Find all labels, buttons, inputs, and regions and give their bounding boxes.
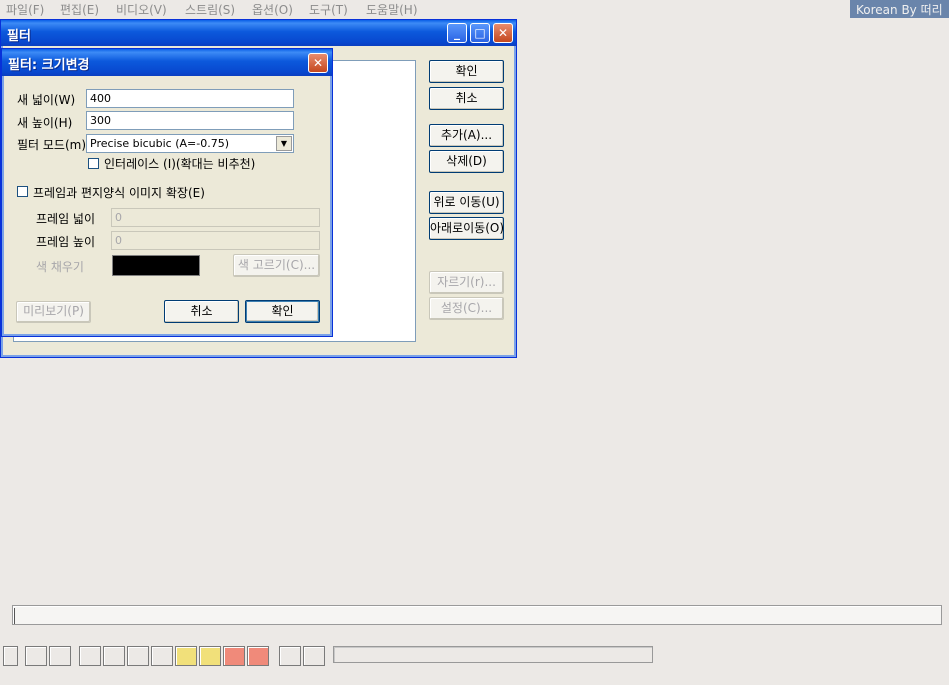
new-height-input[interactable]: 300 xyxy=(86,111,294,130)
filter-mode-select[interactable]: Precise bicubic (A=-0.75) xyxy=(86,134,294,153)
end-icon[interactable] xyxy=(151,646,173,666)
menu-file[interactable]: 파일(F) xyxy=(6,1,44,18)
frame-width-input[interactable]: 0 xyxy=(111,208,320,227)
menu-tools[interactable]: 도구(T) xyxy=(309,1,348,18)
menu-help[interactable]: 도움말(H) xyxy=(366,1,418,18)
resize-dialog: 필터: 크기변경 ✕ 새 넓이(W) 400 새 높이(H) 300 필터 모드… xyxy=(1,48,333,337)
fill-color-label: 색 채우기 xyxy=(36,260,84,274)
mark-right-icon[interactable] xyxy=(303,646,325,666)
close-icon: ✕ xyxy=(497,26,509,40)
move-up-button[interactable]: 위로 이동(U) xyxy=(429,191,504,214)
close-icon: ✕ xyxy=(312,56,324,70)
expand-frame-label: 프레임과 편지양식 이미지 확장(E) xyxy=(33,186,205,200)
dialog-cancel-button[interactable]: 취소 xyxy=(164,300,239,323)
minimize-icon: _ xyxy=(454,26,460,40)
new-width-label: 새 넓이(W) xyxy=(17,93,76,107)
filters-window-title: 필터 xyxy=(7,29,31,44)
slider-handle[interactable] xyxy=(14,608,18,624)
filters-window-titlebar[interactable]: 필터 xyxy=(1,20,516,46)
pick-color-button[interactable]: 색 고르기(C)... xyxy=(233,254,320,277)
resize-dialog-title: 필터: 크기변경 xyxy=(8,58,90,73)
add-button[interactable]: 추가(A)... xyxy=(429,124,504,147)
interlace-checkbox[interactable] xyxy=(88,158,99,169)
play-output-icon[interactable] xyxy=(49,646,71,666)
delete-button[interactable]: 삭제(D) xyxy=(429,150,504,173)
menu-video[interactable]: 비디오(V) xyxy=(116,1,167,18)
ok-button[interactable]: 확인 xyxy=(429,60,504,83)
prev-key-icon[interactable] xyxy=(103,646,125,666)
menu-edit[interactable]: 편집(E) xyxy=(60,1,99,18)
frame-height-label: 프레임 높이 xyxy=(36,235,96,249)
filter-mode-value: Precise bicubic (A=-0.75) xyxy=(90,137,230,150)
scene-prev-icon[interactable] xyxy=(175,646,197,666)
mark-left-icon[interactable] xyxy=(279,646,301,666)
expand-frame-checkbox[interactable] xyxy=(17,186,28,197)
mark-out-icon[interactable] xyxy=(247,646,269,666)
scene-next-icon[interactable] xyxy=(199,646,221,666)
next-key-icon[interactable] xyxy=(127,646,149,666)
move-down-button[interactable]: 아래로이동(O) xyxy=(429,217,504,240)
crop-button[interactable]: 자르기(r)... xyxy=(429,271,504,294)
maximize-icon: □ xyxy=(474,26,486,40)
chevron-down-icon[interactable]: ▼ xyxy=(276,136,292,151)
menu-stream[interactable]: 스트림(S) xyxy=(185,1,235,18)
play-input-icon[interactable] xyxy=(25,646,47,666)
cancel-button[interactable]: 취소 xyxy=(429,87,504,110)
start-icon[interactable] xyxy=(79,646,101,666)
frame-height-input[interactable]: 0 xyxy=(111,231,320,250)
resize-dialog-close-button[interactable]: ✕ xyxy=(308,53,328,73)
position-slider[interactable] xyxy=(12,605,942,625)
resize-dialog-titlebar[interactable]: 필터: 크기변경 xyxy=(2,49,332,76)
mark-in-icon[interactable] xyxy=(223,646,245,666)
menu-bar: 파일(F) 편집(E) 비디오(V) 스트림(S) 옵션(O) 도구(T) 도움… xyxy=(0,0,949,18)
menu-options[interactable]: 옵션(O) xyxy=(252,1,293,18)
maximize-button[interactable]: □ xyxy=(470,23,490,43)
minimize-button[interactable]: _ xyxy=(447,23,467,43)
new-height-label: 새 높이(H) xyxy=(17,116,73,130)
dialog-ok-button[interactable]: 확인 xyxy=(245,300,320,323)
brand-label: Korean By 떠리 xyxy=(850,0,949,18)
stop-icon[interactable] xyxy=(3,646,18,666)
configure-button[interactable]: 설정(C)... xyxy=(429,297,504,320)
filter-mode-label: 필터 모드(m) xyxy=(17,138,87,152)
interlace-label: 인터레이스 (I)(확대는 비추천) xyxy=(104,157,256,171)
new-width-input[interactable]: 400 xyxy=(86,89,294,108)
fill-color-swatch xyxy=(112,255,200,276)
frame-width-label: 프레임 넓이 xyxy=(36,212,96,226)
preview-button[interactable]: 미리보기(P) xyxy=(16,301,91,323)
close-button[interactable]: ✕ xyxy=(493,23,513,43)
frame-status-field xyxy=(333,646,653,663)
